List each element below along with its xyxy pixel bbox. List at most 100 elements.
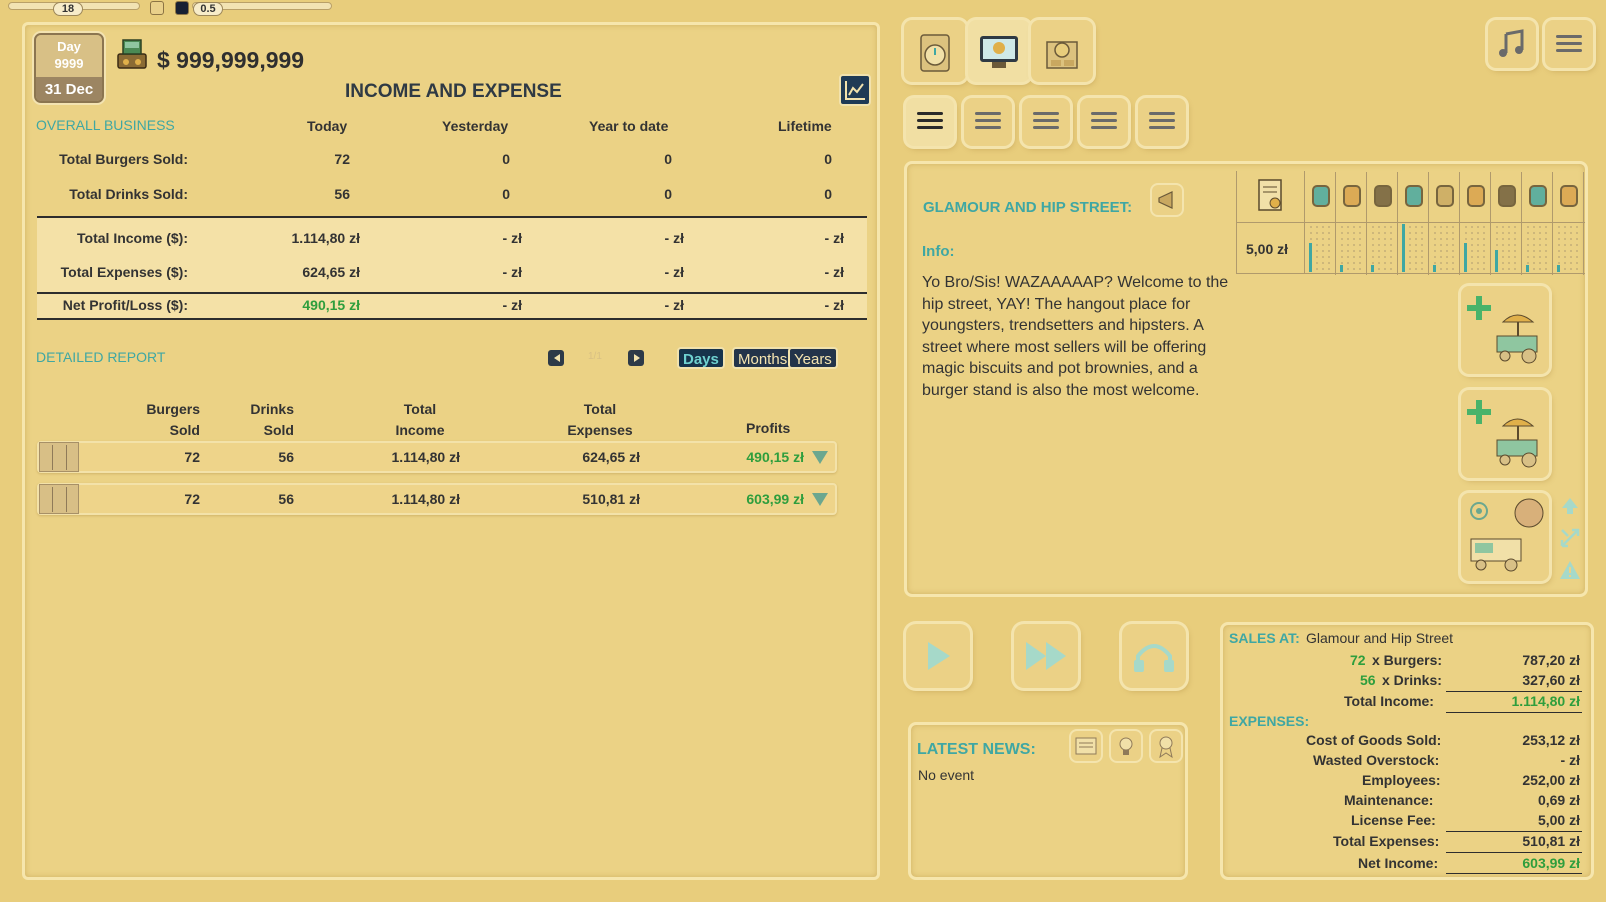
- date-display: Day 9999 31 Dec: [34, 33, 104, 103]
- burgers-label: x Burgers:: [1372, 652, 1443, 668]
- col-lifetime: Lifetime: [778, 118, 832, 134]
- stand-card[interactable]: [1461, 493, 1549, 581]
- expand-row-1-icon[interactable]: [812, 451, 828, 464]
- profit-lifetime: - zł: [824, 297, 844, 313]
- report-row-1-drinks: 56: [278, 449, 294, 465]
- years-toggle[interactable]: Years: [788, 347, 838, 369]
- report-row-2-drinks: 56: [278, 491, 294, 507]
- fast-forward-button[interactable]: [1014, 624, 1078, 688]
- overall-business-heading: OVERALL BUSINESS: [36, 117, 175, 133]
- maintenance-value: 0,69 zł: [1537, 792, 1580, 808]
- report-row-1-profit: 490,15 zł: [746, 449, 804, 465]
- total-expenses-value: 510,81 zł: [1522, 833, 1580, 849]
- add-cart-button-1[interactable]: [1461, 286, 1549, 374]
- expand-row-2-icon[interactable]: [812, 493, 828, 506]
- expenses-today: 624,65 zł: [302, 264, 360, 280]
- label-drinks-sold: Total Drinks Sold:: [69, 186, 188, 202]
- main-menu-button[interactable]: [1545, 20, 1593, 68]
- list-icon: [1149, 112, 1175, 115]
- report-row-1-burgers: 72: [184, 449, 200, 465]
- prev-page-button[interactable]: [548, 350, 564, 366]
- profit-ytd: - zł: [664, 297, 684, 313]
- drinks-lifetime: 0: [824, 186, 832, 202]
- music-button[interactable]: [1488, 20, 1536, 68]
- customer-type-icon[interactable]: [1498, 185, 1516, 207]
- wasted-value: - zł: [1560, 752, 1580, 768]
- headphones-icon: [1134, 644, 1174, 672]
- customer-type-icon[interactable]: [1343, 185, 1361, 207]
- list-tab-2[interactable]: [964, 98, 1012, 146]
- add-food-cart-icon: [1467, 400, 1538, 468]
- months-toggle[interactable]: Months: [732, 347, 794, 369]
- cogs-label: Cost of Goods Sold:: [1306, 732, 1442, 748]
- customer-type-icon[interactable]: [1312, 185, 1330, 207]
- debug-slider-1-knob[interactable]: 18: [53, 2, 83, 16]
- next-page-button[interactable]: [628, 350, 644, 366]
- awards-tab-button[interactable]: [1151, 731, 1181, 761]
- play-button[interactable]: [906, 624, 970, 688]
- drinks-yesterday: 0: [502, 186, 510, 202]
- add-food-cart-icon: [1467, 296, 1538, 364]
- move-up-icon[interactable]: [1558, 494, 1582, 518]
- report-row-2-income: 1.114,80 zł: [391, 491, 460, 507]
- license-fee-label: License Fee:: [1351, 812, 1436, 828]
- color-swatch-dark[interactable]: [175, 1, 189, 15]
- computer-icon: [980, 36, 1018, 68]
- coins-icon: [1046, 41, 1078, 69]
- list-tab-1[interactable]: [906, 98, 954, 146]
- latest-news-heading: LATEST NEWS:: [917, 741, 1036, 758]
- cogs-value: 253,12 zł: [1522, 732, 1580, 748]
- detailed-report-heading: DETAILED REPORT: [36, 349, 166, 365]
- total-expenses-label: Total Expenses:: [1333, 833, 1440, 849]
- license-price: 5,00 zł: [1246, 241, 1289, 257]
- relocate-icon[interactable]: [1558, 526, 1582, 550]
- megaphone-button[interactable]: [1152, 185, 1182, 215]
- list-tab-4[interactable]: [1080, 98, 1128, 146]
- customer-type-icon[interactable]: [1560, 185, 1578, 207]
- map-icon: [39, 484, 79, 514]
- demographic-level-bar: [1557, 265, 1560, 272]
- chart-button[interactable]: [839, 74, 871, 106]
- customer-type-icon[interactable]: [1374, 185, 1392, 207]
- burgers-revenue: 787,20 zł: [1522, 652, 1580, 668]
- list-icon-line: [1091, 126, 1117, 129]
- customer-type-icon[interactable]: [1529, 185, 1547, 207]
- play-icon: [928, 642, 950, 670]
- line-chart-icon: [845, 81, 865, 100]
- warning-icon[interactable]: [1558, 558, 1582, 582]
- customer-type-icon[interactable]: [1436, 185, 1454, 207]
- color-swatch-light[interactable]: [150, 1, 164, 15]
- news-tab-button[interactable]: [1071, 731, 1101, 761]
- tab-bank[interactable]: [1031, 20, 1093, 82]
- add-cart-button-2[interactable]: [1461, 390, 1549, 478]
- music-note-icon: [1499, 29, 1524, 57]
- col-today: Today: [307, 118, 348, 134]
- date-label: 31 Dec: [36, 77, 102, 101]
- tips-tab-button[interactable]: [1111, 731, 1141, 761]
- tab-computer[interactable]: [968, 20, 1030, 82]
- burgers-ytd: 0: [664, 151, 672, 167]
- street-name: GLAMOUR AND HIP STREET:: [923, 199, 1133, 216]
- col-yesterday: Yesterday: [442, 118, 509, 134]
- debug-slider-1[interactable]: 18: [8, 2, 140, 16]
- debug-slider-2-knob[interactable]: 0.5: [193, 2, 223, 16]
- customer-type-icon[interactable]: [1405, 185, 1423, 207]
- newspaper-icon: [1075, 737, 1097, 755]
- lightbulb-icon: [1119, 737, 1133, 755]
- debug-slider-2[interactable]: 0.5: [192, 2, 332, 16]
- divider-bottom: [37, 318, 867, 320]
- total-income-label: Total Income:: [1344, 693, 1434, 709]
- hdr-profits: Profits: [746, 420, 791, 436]
- label-burgers-sold: Total Burgers Sold:: [59, 151, 188, 167]
- list-tab-3[interactable]: [1022, 98, 1070, 146]
- drinks-revenue: 327,60 zł: [1522, 672, 1580, 688]
- day-number: 9999: [54, 56, 84, 71]
- headphones-button[interactable]: [1122, 624, 1186, 688]
- street-description: Yo Bro/Sis! WAZAAAAAP? Welcome to the hi…: [922, 274, 1229, 399]
- report-row-2-profit: 603,99 zł: [746, 491, 804, 507]
- label-total-expenses: Total Expenses ($):: [60, 264, 188, 280]
- customer-type-icon[interactable]: [1467, 185, 1485, 207]
- list-tab-5[interactable]: [1138, 98, 1186, 146]
- tab-stopwatch[interactable]: [904, 20, 966, 82]
- days-toggle[interactable]: Days: [677, 347, 725, 369]
